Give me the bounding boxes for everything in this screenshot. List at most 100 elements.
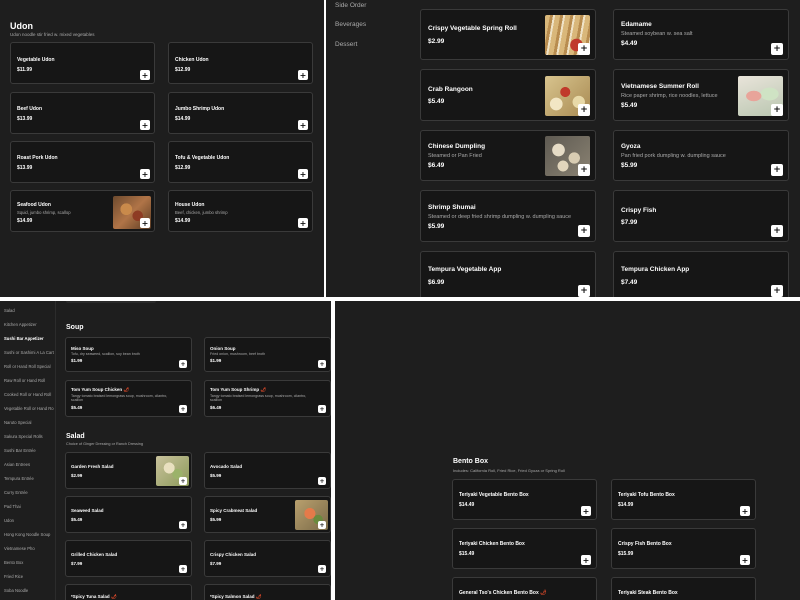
sidebar-item[interactable]: Vegetable Roll or Hand Ro — [4, 406, 56, 411]
sidebar-item[interactable]: Roll or Hand Roll Special — [4, 364, 56, 369]
add-button[interactable]: + — [318, 477, 326, 485]
menu-item-card[interactable]: Beef Udon $13.99 + — [10, 92, 155, 134]
item-name: Miso Soup — [71, 346, 94, 351]
item-price: $5.99 — [210, 473, 222, 478]
add-button[interactable]: + — [578, 43, 590, 55]
menu-item-card[interactable]: Tofu & Vegetable Udon $12.99 + — [168, 141, 313, 183]
sidebar-item[interactable]: Vietnamese Pho — [4, 546, 56, 551]
sidebar-item[interactable]: Bento Box — [4, 560, 56, 565]
menu-item-card[interactable]: Onion Soup Fried onion, mushroom, beef b… — [204, 337, 331, 372]
search-bar[interactable] — [66, 301, 156, 303]
item-price: $5.49 — [71, 517, 83, 522]
menu-item-card[interactable]: *Spicy Tuna Salad 🌶 — [65, 584, 192, 600]
sidebar-item[interactable]: Sakura Special Rolls — [4, 434, 56, 439]
add-button[interactable]: + — [581, 506, 591, 516]
menu-item-card[interactable]: Shrimp Shumai Steamed or deep fried shri… — [420, 190, 596, 242]
add-button[interactable]: + — [298, 169, 308, 179]
menu-item-card[interactable]: Teriyaki Steak Bento Box — [611, 577, 756, 600]
sidebar-item[interactable]: Fried Rice — [4, 574, 56, 579]
add-button[interactable]: + — [318, 360, 326, 368]
add-button[interactable]: + — [771, 104, 783, 116]
menu-item-card[interactable]: Jumbo Shrimp Udon $14.99 + — [168, 92, 313, 134]
add-button[interactable]: + — [140, 169, 150, 179]
sidebar-item[interactable]: Sushi Bar Entrée — [4, 448, 56, 453]
menu-item-card[interactable]: Chinese Dumpling Steamed or Pan Fried $6… — [420, 130, 596, 181]
add-button[interactable]: + — [140, 218, 150, 228]
sidebar-item[interactable]: Sushi Bar Appetizer — [4, 336, 56, 341]
add-button[interactable]: + — [771, 43, 783, 55]
menu-item-card[interactable]: Crispy Chicken Salad $7.99 + — [204, 540, 331, 577]
sidebar-item[interactable]: Pad Thai — [4, 504, 56, 509]
menu-item-card[interactable]: Tom Yum Soup Chicken 🌶 Tangy tomato brai… — [65, 380, 192, 417]
add-button[interactable]: + — [771, 164, 783, 176]
menu-item-card[interactable]: Tempura Chicken App $7.49 + — [613, 251, 789, 297]
sidebar-item[interactable]: Naruto Special — [4, 420, 56, 425]
menu-item-card[interactable]: Roast Pork Udon $13.99 + — [10, 141, 155, 183]
sidebar-item[interactable]: Tempura Entrée — [4, 476, 56, 481]
nav-item-dessert[interactable]: Dessert — [335, 41, 357, 48]
menu-item-card[interactable]: Crispy Vegetable Spring Roll $2.99 + — [420, 9, 596, 60]
menu-item-card[interactable]: *Spicy Salmon Salad 🌶 — [204, 584, 331, 600]
add-button[interactable]: + — [298, 120, 308, 130]
add-button[interactable]: + — [179, 477, 187, 485]
menu-item-card[interactable]: Seafood Udon Squid, jumbo shrimp, scallo… — [10, 190, 155, 232]
sidebar-item[interactable]: Salad — [4, 308, 56, 313]
item-name: *Spicy Tuna Salad 🌶 — [71, 594, 117, 599]
menu-item-card[interactable]: Miso Soup Tofu, dry seaweed, scallion, s… — [65, 337, 192, 372]
add-button[interactable]: + — [578, 164, 590, 176]
sidebar-item[interactable]: Soba Noodle — [4, 588, 56, 593]
item-price: $1.99 — [210, 358, 222, 363]
add-button[interactable]: + — [740, 506, 750, 516]
sidebar-item[interactable]: Udon — [4, 518, 56, 523]
add-button[interactable]: + — [140, 70, 150, 80]
menu-item-card[interactable]: Garden Fresh Salad $2.99 + — [65, 452, 192, 489]
menu-item-card[interactable]: General Tso's Chicken Bento Box 🌶 — [452, 577, 597, 600]
add-button[interactable]: + — [771, 225, 783, 237]
nav-item-beverages[interactable]: Beverages — [335, 21, 366, 28]
sidebar-item[interactable]: Asian Entrees — [4, 462, 56, 467]
menu-item-card[interactable]: Crispy Fish Bento Box $15.99 + — [611, 528, 756, 569]
add-button[interactable]: + — [298, 218, 308, 228]
menu-item-card[interactable]: Crispy Fish $7.99 + — [613, 190, 789, 242]
menu-item-card[interactable]: Grilled Chicken Salad $7.99 + — [65, 540, 192, 577]
add-button[interactable]: + — [740, 555, 750, 565]
sidebar-item[interactable]: Cooked Roll or Hand Roll — [4, 392, 56, 397]
menu-item-card[interactable]: Tom Yum Soup Shrimp 🌶 Tangy tomato brais… — [204, 380, 331, 417]
add-button[interactable]: + — [179, 405, 187, 413]
add-button[interactable]: + — [318, 405, 326, 413]
menu-item-card[interactable]: Vietnamese Summer Roll Rice paper shrimp… — [613, 69, 789, 121]
menu-item-card[interactable]: Teriyaki Chicken Bento Box $15.49 + — [452, 528, 597, 569]
menu-item-card[interactable]: Teriyaki Vegetable Bento Box $14.49 + — [452, 479, 597, 520]
nav-item-side-order[interactable]: Side Order — [335, 2, 366, 9]
add-button[interactable]: + — [179, 521, 187, 529]
add-button[interactable]: + — [771, 285, 783, 297]
sidebar-item[interactable]: Hong Kong Noodle Soup — [4, 532, 56, 537]
menu-item-card[interactable]: Vegetable Udon $11.99 + — [10, 42, 155, 84]
sidebar-item[interactable]: Raw Roll or Hand Roll — [4, 378, 56, 383]
add-button[interactable]: + — [318, 521, 326, 529]
sidebar-item[interactable]: Sushi or Sashimi A La Cart — [4, 350, 56, 355]
menu-item-card[interactable]: Spicy Crabmeat Salad $5.99 + — [204, 496, 331, 533]
item-name: Onion Soup — [210, 346, 236, 351]
add-button[interactable]: + — [578, 285, 590, 297]
menu-item-card[interactable]: Gyoza Pan fried pork dumpling w. dumplin… — [613, 130, 789, 181]
menu-item-card[interactable]: House Udon Beef, chicken, jumbo shrimp $… — [168, 190, 313, 232]
add-button[interactable]: + — [179, 565, 187, 573]
menu-item-card[interactable]: Chicken Udon $12.99 + — [168, 42, 313, 84]
sidebar-item[interactable]: Kitchen Appetizer — [4, 322, 56, 327]
menu-item-card[interactable]: Edamame Steamed soybean w. sea salt $4.4… — [613, 9, 789, 60]
add-button[interactable]: + — [581, 555, 591, 565]
menu-item-card[interactable]: Crab Rangoon $5.49 + — [420, 69, 596, 121]
menu-item-card[interactable]: Seaweed Salad $5.49 + — [65, 496, 192, 533]
menu-item-card[interactable]: Tempura Vegetable App $6.99 + — [420, 251, 596, 297]
add-button[interactable]: + — [578, 104, 590, 116]
add-button[interactable]: + — [140, 120, 150, 130]
menu-item-card[interactable]: Avocado Salad $5.99 + — [204, 452, 331, 489]
add-button[interactable]: + — [578, 225, 590, 237]
add-button[interactable]: + — [318, 565, 326, 573]
item-price: $5.99 — [428, 223, 445, 230]
sidebar-item[interactable]: Curry Entrée — [4, 490, 56, 495]
add-button[interactable]: + — [179, 360, 187, 368]
add-button[interactable]: + — [298, 70, 308, 80]
menu-item-card[interactable]: Teriyaki Tofu Bento Box $14.99 + — [611, 479, 756, 520]
